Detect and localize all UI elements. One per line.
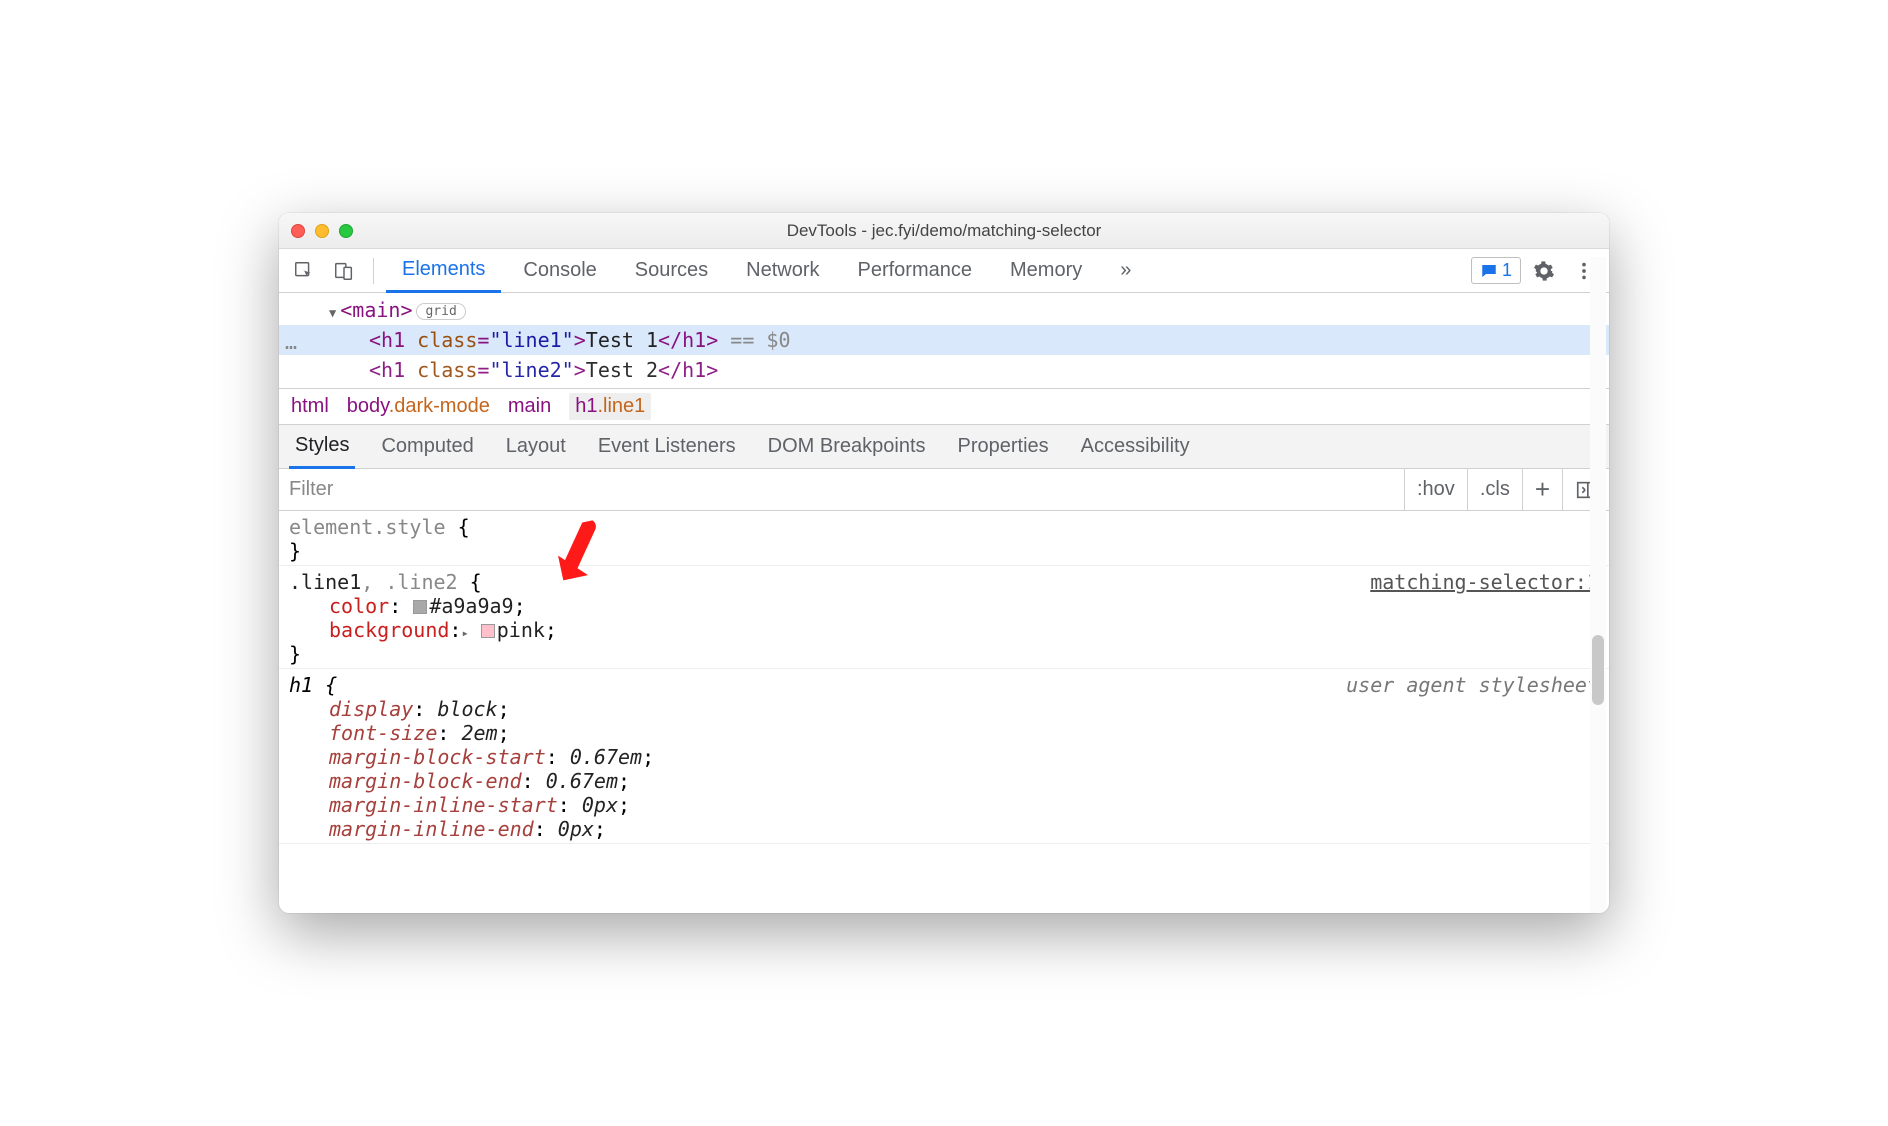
tab-memory[interactable]: Memory <box>994 249 1098 293</box>
zoom-window-button[interactable] <box>339 224 353 238</box>
subtab-properties[interactable]: Properties <box>952 425 1055 469</box>
window-title: DevTools - jec.fyi/demo/matching-selecto… <box>279 221 1609 241</box>
rule-line1-line2[interactable]: matching-selector:1 .line1, .line2 { col… <box>279 566 1609 669</box>
rule-source-ua: user agent stylesheet <box>1346 673 1599 697</box>
tab-network[interactable]: Network <box>730 249 835 293</box>
subtab-computed[interactable]: Computed <box>375 425 479 469</box>
rule-source-link[interactable]: matching-selector:1 <box>1370 570 1599 594</box>
hov-toggle[interactable]: :hov <box>1404 469 1467 510</box>
cls-toggle[interactable]: .cls <box>1467 469 1522 510</box>
window-controls <box>291 224 353 238</box>
issues-count: 1 <box>1502 260 1512 281</box>
color-swatch-icon[interactable] <box>481 624 495 638</box>
css-declaration[interactable]: background:▸ pink; <box>289 618 1599 642</box>
tab-console[interactable]: Console <box>507 249 612 293</box>
inspect-element-icon[interactable] <box>287 254 321 288</box>
main-tabbar: Elements Console Sources Network Perform… <box>279 249 1609 293</box>
rule-element-style[interactable]: element.style { } <box>279 511 1609 566</box>
message-icon <box>1480 262 1498 280</box>
css-declaration: margin-block-start: 0.67em; <box>289 745 1599 769</box>
expand-triangle-icon[interactable]: ▼ <box>329 306 336 320</box>
crumb-body[interactable]: body.dark-mode <box>347 395 490 418</box>
subtab-styles[interactable]: Styles <box>289 425 355 469</box>
dom-node-h1-line1[interactable]: <h1 class="line1">Test 1</h1> == $0 <box>279 325 1609 355</box>
subtab-dom-breakpoints[interactable]: DOM Breakpoints <box>762 425 932 469</box>
dom-node-main[interactable]: ▼<main>grid <box>279 295 1609 325</box>
settings-icon[interactable] <box>1527 254 1561 288</box>
styles-panel: element.style { } matching-selector:1 .l… <box>279 511 1609 913</box>
scrollbar[interactable] <box>1590 257 1606 913</box>
crumb-current[interactable]: h1.line1 <box>569 393 651 420</box>
subtab-layout[interactable]: Layout <box>500 425 572 469</box>
dom-tree[interactable]: … ▼<main>grid <h1 class="line1">Test 1</… <box>279 293 1609 389</box>
filter-input[interactable]: Filter <box>279 478 1404 501</box>
subtab-event-listeners[interactable]: Event Listeners <box>592 425 742 469</box>
subtab-accessibility[interactable]: Accessibility <box>1075 425 1196 469</box>
css-declaration: margin-block-end: 0.67em; <box>289 769 1599 793</box>
new-rule-button[interactable]: + <box>1522 469 1562 510</box>
color-swatch-icon[interactable] <box>413 600 427 614</box>
tab-elements[interactable]: Elements <box>386 249 501 293</box>
tab-performance[interactable]: Performance <box>842 249 989 293</box>
gutter-ellipsis[interactable]: … <box>285 327 298 357</box>
breadcrumb: html body.dark-mode main h1.line1 <box>279 389 1609 425</box>
divider <box>373 258 374 284</box>
grid-badge[interactable]: grid <box>416 303 465 320</box>
tab-sources[interactable]: Sources <box>619 249 724 293</box>
close-window-button[interactable] <box>291 224 305 238</box>
crumb-main[interactable]: main <box>508 395 551 418</box>
device-toggle-icon[interactable] <box>327 254 361 288</box>
dom-node-h1-line2[interactable]: <h1 class="line2">Test 2</h1> <box>279 355 1609 385</box>
css-declaration: font-size: 2em; <box>289 721 1599 745</box>
css-declaration: display: block; <box>289 697 1599 721</box>
styles-tabbar: Styles Computed Layout Event Listeners D… <box>279 425 1609 469</box>
minimize-window-button[interactable] <box>315 224 329 238</box>
scrollbar-thumb[interactable] <box>1592 635 1604 705</box>
devtools-window: DevTools - jec.fyi/demo/matching-selecto… <box>279 213 1609 913</box>
styles-toolbar: Filter :hov .cls + <box>279 469 1609 511</box>
css-declaration: margin-inline-start: 0px; <box>289 793 1599 817</box>
css-declaration[interactable]: color: #a9a9a9; <box>289 594 1599 618</box>
tabs-overflow[interactable]: » <box>1104 249 1147 293</box>
rule-user-agent-h1[interactable]: user agent stylesheet h1 { display: bloc… <box>279 669 1609 844</box>
expand-shorthand-icon[interactable]: ▸ <box>461 626 468 640</box>
crumb-html[interactable]: html <box>291 395 329 418</box>
titlebar: DevTools - jec.fyi/demo/matching-selecto… <box>279 213 1609 249</box>
issues-badge[interactable]: 1 <box>1471 257 1521 284</box>
css-declaration: margin-inline-end: 0px; <box>289 817 1599 841</box>
